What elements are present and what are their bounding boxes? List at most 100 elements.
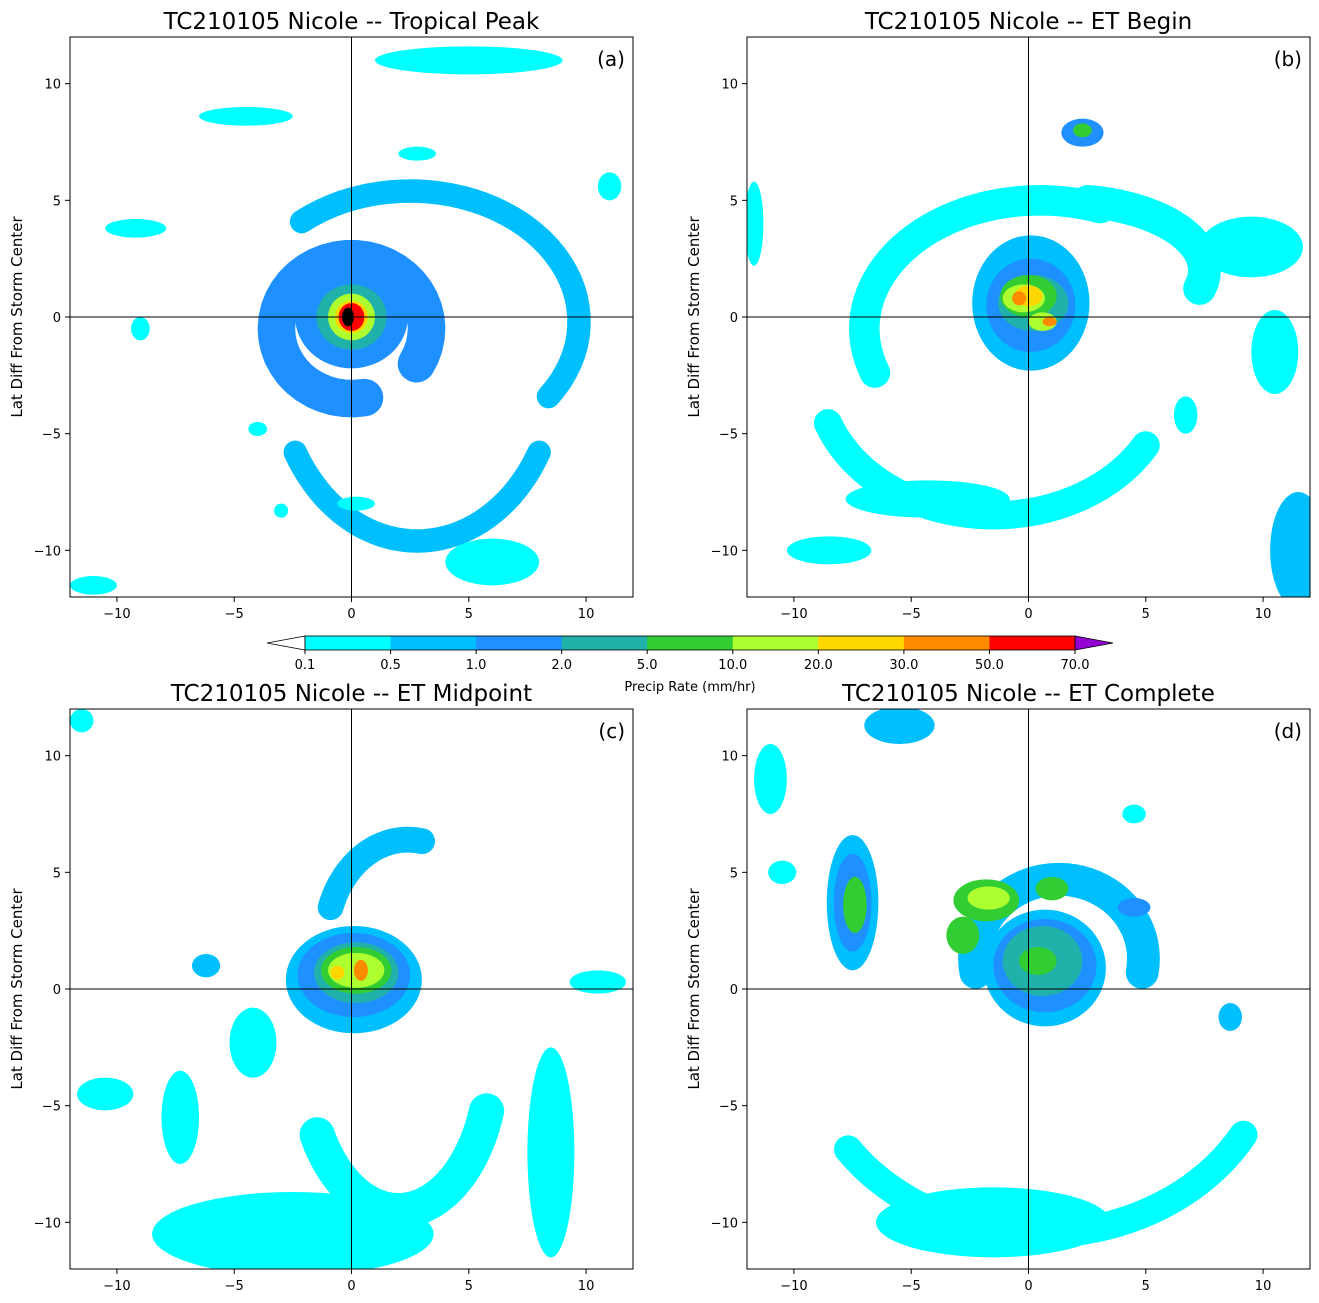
- precip-contour: [70, 576, 117, 595]
- precip-contour: [1073, 123, 1092, 138]
- x-tick-label: 5: [465, 607, 473, 622]
- colorbar-segment: [903, 636, 990, 650]
- x-tick-label: 10: [578, 607, 595, 622]
- panel-title: TC210105 Nicole -- Tropical Peak: [163, 9, 540, 35]
- panel-b: −10 −5 0 5 10 10 5 0 −5 −10 Lat Diff From Storm Ce…: [685, 9, 1311, 622]
- panel-d: −10 −5 0 5 10 10 5 0 −5 −10 Lat Diff From Storm Ce…: [685, 681, 1311, 1294]
- colorbar-tick-label: 2.0: [551, 658, 572, 673]
- precip-contour: [248, 422, 268, 436]
- precip-contour: [946, 916, 980, 954]
- x-tick-label: 10: [1255, 1279, 1272, 1294]
- y-axis-label: Lat Diff From Storm Center: [685, 888, 703, 1090]
- x-tick-label: −10: [780, 607, 807, 622]
- y-tick-label: 0: [730, 311, 738, 326]
- x-tick-label: −5: [902, 1279, 921, 1294]
- colorbar-under-extension: [266, 635, 306, 651]
- precip-contour: [1012, 291, 1027, 306]
- y-axis-label: Lat Diff From Storm Center: [8, 888, 26, 1090]
- precip-contour: [337, 496, 375, 511]
- precip-contour: [1122, 804, 1146, 824]
- precip-contour: [161, 1070, 200, 1165]
- precip-contour: [330, 965, 345, 980]
- colorbar-label: Precip Rate (mm/hr): [624, 680, 755, 695]
- colorbar-segment: [476, 636, 563, 650]
- colorbar-tick-label: 1.0: [466, 658, 487, 673]
- colorbar-segment: [390, 636, 477, 650]
- y-tick-label: −5: [719, 1100, 738, 1115]
- precip-contour: [1042, 317, 1057, 327]
- precip-contour: [70, 709, 94, 733]
- precip-contour: [445, 538, 540, 586]
- panel-title: TC210105 Nicole -- ET Midpoint: [170, 681, 532, 707]
- precip-contour: [1251, 310, 1299, 394]
- y-tick-label: −5: [719, 428, 738, 443]
- y-tick-label: 0: [53, 983, 61, 998]
- precip-contour: [130, 317, 150, 341]
- colorbar-segment: [818, 636, 905, 650]
- x-tick-label: −10: [103, 1279, 130, 1294]
- panels: −10 −5 0 5 10 10 5 0 −5 −10 Lat Diff From Storm Ce…: [8, 9, 1311, 1294]
- x-tick-label: 0: [1024, 1279, 1032, 1294]
- x-tick-label: 5: [1142, 1279, 1150, 1294]
- x-tick-label: 0: [1024, 607, 1032, 622]
- colorbar-tick-label: 0.1: [295, 658, 316, 673]
- precip-contour: [597, 172, 622, 201]
- y-axis-label: Lat Diff From Storm Center: [685, 216, 703, 418]
- precip-contour: [1035, 877, 1069, 901]
- y-axis-label: Lat Diff From Storm Center: [8, 216, 26, 418]
- y-tick-label: −10: [711, 544, 738, 559]
- precip-contour: [845, 480, 1010, 518]
- precip-contour: [152, 1192, 434, 1269]
- precip-contour: [191, 954, 221, 978]
- precip-contour: [786, 536, 872, 565]
- y-tick-label: −10: [34, 1216, 61, 1231]
- panel-letter: (c): [598, 719, 625, 743]
- precip-contour: [843, 877, 867, 933]
- precip-contour: [768, 860, 797, 884]
- colorbar-segment: [305, 636, 392, 650]
- y-tick-label: 5: [730, 194, 738, 209]
- x-tick-label: −10: [780, 1279, 807, 1294]
- colorbar-over-extension: [1074, 635, 1114, 651]
- precip-contour: [199, 107, 293, 126]
- x-tick-label: −10: [103, 607, 130, 622]
- panel-letter: (b): [1274, 47, 1302, 71]
- x-tick-label: 0: [347, 1279, 355, 1294]
- colorbar-tick-label: 70.0: [1061, 658, 1090, 673]
- panel-letter: (d): [1274, 719, 1302, 743]
- colorbar-tick-label: 50.0: [975, 658, 1004, 673]
- precip-contour: [1019, 947, 1057, 975]
- y-tick-label: 0: [53, 311, 61, 326]
- precip-contour: [864, 709, 935, 744]
- panel-title: TC210105 Nicole -- ET Complete: [841, 681, 1215, 707]
- precip-contour: [967, 886, 1010, 910]
- precip-contour: [398, 146, 436, 161]
- panel-title: TC210105 Nicole -- ET Begin: [864, 9, 1192, 35]
- precip-contour: [876, 1187, 1111, 1258]
- y-tick-label: 10: [721, 750, 738, 765]
- precip-contour: [527, 1047, 575, 1258]
- precip-contour: [1199, 216, 1303, 278]
- x-tick-label: 10: [1255, 607, 1272, 622]
- x-tick-label: −5: [225, 1279, 244, 1294]
- precip-contour: [77, 1077, 134, 1111]
- precip-contour: [754, 744, 787, 814]
- y-tick-label: −5: [42, 1100, 61, 1115]
- precip-contour: [105, 219, 167, 238]
- y-tick-label: 10: [721, 78, 738, 93]
- x-tick-label: 10: [578, 1279, 595, 1294]
- figure: −10 −5 0 5 10 10 5 0 −5 −10 Lat Diff From Storm Ce…: [8, 9, 1311, 1294]
- precip-contour: [1117, 898, 1151, 917]
- colorbar-tick-label: 30.0: [889, 658, 918, 673]
- precip-contour: [569, 970, 626, 994]
- colorbar-segment: [732, 636, 819, 650]
- panel-letter: (a): [597, 47, 625, 71]
- precip-contour: [229, 1007, 277, 1078]
- y-tick-label: −10: [34, 544, 61, 559]
- x-tick-label: 5: [465, 1279, 473, 1294]
- precip-contour: [353, 959, 368, 981]
- precip-contour: [274, 503, 289, 518]
- precip-contour: [374, 46, 563, 75]
- y-tick-label: 5: [53, 194, 61, 209]
- colorbar-tick-label: 10.0: [718, 658, 747, 673]
